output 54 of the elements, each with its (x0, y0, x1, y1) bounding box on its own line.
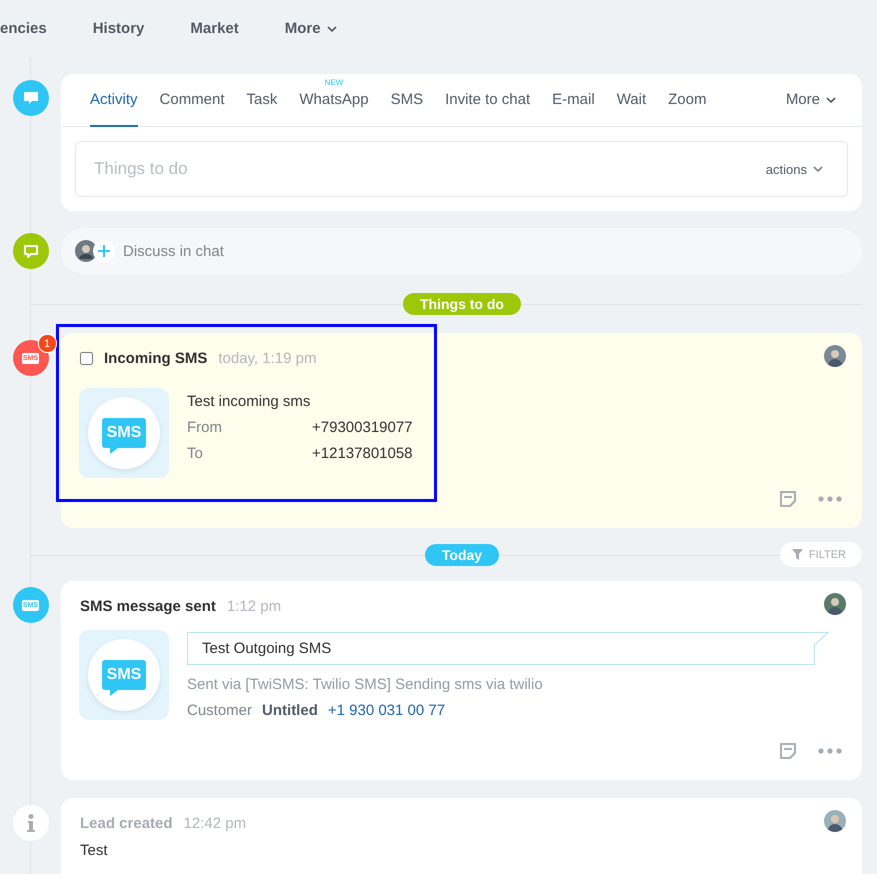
activity-title: Incoming SMS (104, 350, 208, 366)
checkbox[interactable] (80, 352, 93, 364)
note-button[interactable] (778, 489, 798, 509)
comment-icon (12, 80, 48, 116)
info-icon (12, 805, 48, 841)
count-badge: 1 (38, 334, 56, 353)
sent-via-text: Sent via [TwiSMS: Twilio SMS] Sending sms via twilio (187, 676, 544, 693)
caret-icon (813, 166, 823, 172)
activity-title: SMS message sent (80, 598, 216, 614)
tab[interactable]: Invite to chat (445, 74, 530, 127)
lead-detail: Test (79, 841, 109, 860)
actions-dropdown[interactable]: actions (766, 162, 831, 176)
nav-link[interactable]: encies (0, 20, 70, 37)
field-label: To (187, 445, 204, 462)
plus-icon (93, 240, 115, 262)
phone-link[interactable]: +1 930 031 00 77 (328, 702, 446, 719)
more-button[interactable] (818, 496, 842, 502)
chat-icon (12, 233, 48, 269)
avatar (824, 593, 846, 615)
customer-name: Untitled (262, 702, 318, 719)
tab[interactable]: E-mail (552, 74, 595, 127)
activity-title: Lead created (80, 814, 173, 832)
note-button[interactable] (778, 741, 798, 761)
bubble-tail (814, 632, 829, 665)
field-label: From (187, 419, 223, 436)
bubble-tail (110, 448, 118, 454)
discuss-in-chat-button[interactable]: Discuss in chat (61, 228, 862, 274)
tab[interactable]: Wait (616, 74, 646, 127)
phone-number: +79300319077 (312, 419, 413, 436)
tab[interactable]: NEW WhatsApp (299, 74, 369, 127)
tab[interactable]: Zoom (668, 74, 706, 127)
new-label: NEW (324, 78, 344, 87)
tab[interactable]: More (786, 74, 836, 127)
activity-time: 1:12 pm (226, 598, 282, 614)
nav-link[interactable]: Market (190, 20, 262, 37)
more-button[interactable] (818, 748, 842, 754)
activity-time: 12:42 pm (184, 814, 246, 832)
section-label: Things to do (403, 293, 521, 315)
tab[interactable]: Task (246, 74, 278, 127)
activity-time: today, 1:19 pm (218, 350, 316, 366)
nav-link[interactable]: History (92, 20, 168, 37)
phone-number: +12137801058 (312, 445, 413, 462)
bubble-tail (110, 690, 118, 696)
tab[interactable]: Comment (160, 74, 225, 127)
tab[interactable]: SMS (390, 74, 424, 127)
field-label: Customer (187, 702, 252, 719)
message-text: Test incoming sms (187, 393, 312, 410)
section-label: Today (424, 544, 500, 566)
filter-icon (792, 549, 803, 560)
nav-link[interactable]: More (284, 20, 360, 37)
todo-field[interactable]: Things to do actions (75, 141, 848, 197)
avatar (824, 345, 846, 367)
avatar (824, 810, 846, 832)
tab[interactable]: Activity (90, 74, 138, 127)
